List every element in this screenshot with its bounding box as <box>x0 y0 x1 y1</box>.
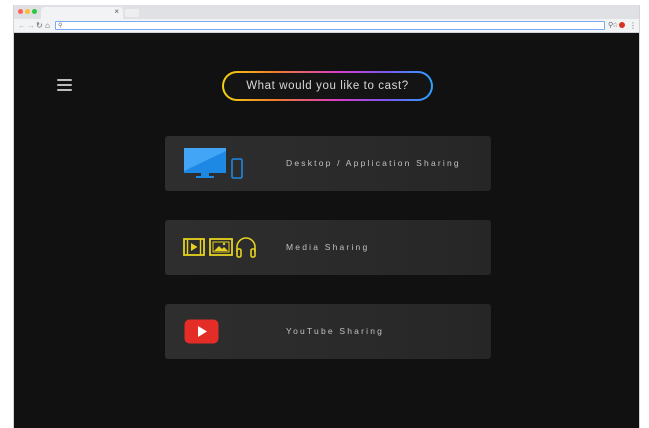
video-icon <box>183 238 205 256</box>
tab-bar: × <box>14 5 639 19</box>
browser-toolbar: ← → ↻ ⌂ ⚲ ⚲ ☆ ⋮ <box>14 19 639 33</box>
new-tab-button[interactable] <box>125 9 139 17</box>
cast-page: What would you like to cast? Desktop / A… <box>14 33 639 428</box>
reload-icon[interactable]: ↻ <box>36 19 43 32</box>
close-window-icon[interactable] <box>18 9 23 14</box>
youtube-icon <box>184 319 219 344</box>
forward-arrow-icon[interactable]: → <box>27 19 35 32</box>
bookmark-star-icon[interactable]: ☆ <box>612 19 618 32</box>
option-label: Desktop / Application Sharing <box>286 158 461 168</box>
minimize-window-icon[interactable] <box>25 9 30 14</box>
desktop-sharing-option[interactable]: Desktop / Application Sharing <box>165 136 491 191</box>
close-tab-icon[interactable]: × <box>114 6 119 18</box>
page-title: What would you like to cast? <box>222 71 433 101</box>
address-bar[interactable]: ⚲ <box>55 21 605 30</box>
media-icons <box>183 237 256 258</box>
headphones-icon <box>236 237 256 258</box>
image-icon <box>209 238 233 256</box>
home-icon[interactable]: ⌂ <box>45 19 50 32</box>
option-label: Media Sharing <box>286 242 370 252</box>
desktop-and-phone-icon <box>184 148 243 179</box>
back-arrow-icon[interactable]: ← <box>18 19 26 32</box>
maximize-window-icon[interactable] <box>32 9 37 14</box>
hamburger-menu-icon[interactable] <box>57 79 72 91</box>
browser-tab[interactable]: × <box>41 7 123 19</box>
search-icon: ⚲ <box>58 23 63 29</box>
browser-menu-icon[interactable]: ⋮ <box>629 19 637 32</box>
option-label: YouTube Sharing <box>286 326 385 336</box>
media-sharing-option[interactable]: Media Sharing <box>165 220 491 275</box>
extension-icon[interactable] <box>619 22 625 28</box>
browser-window: × ← → ↻ ⌂ ⚲ ⚲ ☆ ⋮ What would you like to… <box>13 5 640 428</box>
youtube-sharing-option[interactable]: YouTube Sharing <box>165 304 491 359</box>
